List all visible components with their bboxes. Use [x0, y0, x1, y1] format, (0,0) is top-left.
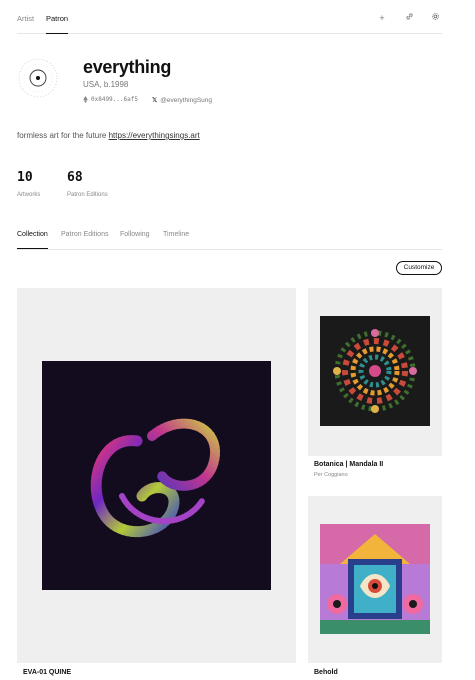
twitter-handle[interactable]: 𝕏 @everythingSung [152, 96, 213, 105]
stat-artworks-count: 10 [17, 170, 33, 185]
bio-text: formless art for the future [17, 131, 109, 140]
artwork-card[interactable] [308, 496, 442, 663]
profile-location: USA, b.1998 [83, 80, 129, 89]
artwork-card[interactable] [17, 288, 296, 663]
artwork-title[interactable]: Behold [314, 669, 338, 676]
avatar [17, 57, 59, 99]
x-icon: 𝕏 [152, 97, 158, 104]
tab-following[interactable]: Following [120, 231, 150, 238]
bio: formless art for the future https://ever… [17, 131, 200, 140]
settings-icon[interactable] [429, 12, 441, 24]
stat-patron-count: 68 [67, 170, 83, 185]
section-tabs: Collection Patron Editions Following Tim… [17, 226, 442, 250]
twitter-text: @everythingSung [160, 96, 213, 104]
wallet-address[interactable]: 0x8499...6af5 [83, 96, 138, 103]
artwork-artist[interactable]: Per Coggiano [314, 472, 348, 478]
artwork-image [320, 316, 430, 426]
artwork-image [42, 361, 271, 590]
ethereum-icon [83, 96, 88, 103]
bio-link[interactable]: https://everythingsings.art [109, 131, 200, 140]
customize-button[interactable]: Customize [396, 261, 442, 275]
artwork-title[interactable]: Botanica | Mandala II [314, 461, 383, 468]
stat-artworks-label: Artworks [17, 192, 41, 198]
top-nav: Artist Patron + [17, 0, 442, 34]
artwork-title[interactable]: EVA-01 QUINE [23, 669, 71, 676]
tab-timeline[interactable]: Timeline [163, 231, 189, 238]
tab-collection[interactable]: Collection [17, 231, 48, 249]
stat-patron-label: Patron Editions [67, 192, 108, 198]
plus-icon[interactable]: + [376, 12, 388, 24]
tab-patron-editions[interactable]: Patron Editions [61, 231, 108, 238]
artwork-image [320, 524, 430, 634]
wallet-text: 0x8499...6af5 [91, 96, 138, 103]
tab-patron[interactable]: Patron [46, 14, 69, 34]
artwork-card[interactable] [308, 288, 442, 456]
profile-name: everything [83, 57, 172, 77]
tab-artist[interactable]: Artist [17, 14, 34, 23]
link-icon[interactable] [403, 12, 415, 24]
